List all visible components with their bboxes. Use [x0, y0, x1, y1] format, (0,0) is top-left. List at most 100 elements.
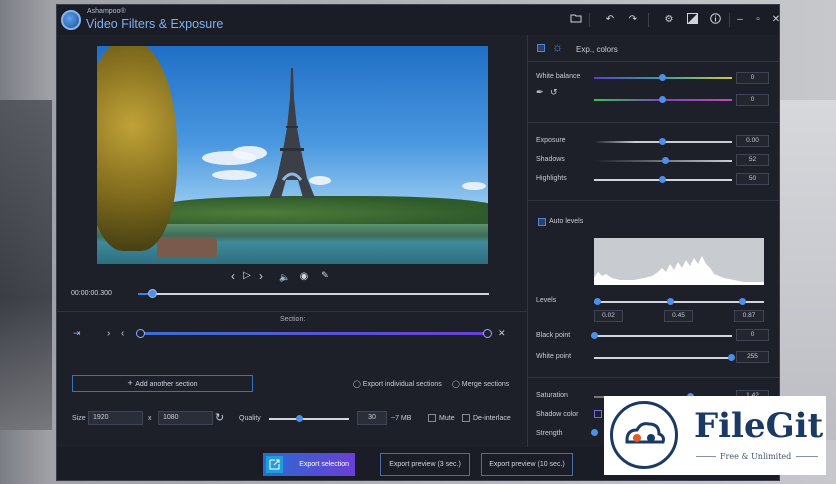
size-x-separator: x — [148, 415, 152, 422]
redo-icon[interactable]: ↷ — [626, 13, 640, 27]
white-balance-value-1[interactable]: 0 — [736, 72, 769, 84]
export-individual-label: Export individual sections — [362, 381, 442, 388]
size-label: Size — [72, 415, 86, 422]
wrench-icon[interactable]: ✎ — [319, 270, 331, 281]
compare-view-icon[interactable] — [685, 13, 699, 27]
timeline-knob[interactable] — [148, 289, 158, 298]
white-point-knob[interactable] — [728, 354, 735, 361]
volume-icon[interactable]: 🔈 — [279, 272, 291, 283]
watermark: FileGit Free & Unlimited — [604, 396, 826, 475]
cloud — [212, 170, 257, 180]
divider — [528, 122, 779, 123]
quality-field[interactable]: 30 — [357, 411, 387, 425]
enable-filter-checkbox[interactable] — [537, 44, 545, 52]
add-section-label: Add another section — [135, 381, 198, 388]
deinterlace-label: De-interlace — [473, 415, 511, 422]
preview-pane: ‹ ▷ › 🔈 ◉ ✎ 00:00:00.300 Section: ⇥ › ‹ … — [57, 35, 527, 480]
merge-sections-option[interactable]: ◯ Merge sections — [452, 380, 509, 388]
highlights-knob[interactable] — [659, 176, 666, 183]
levels-low-value[interactable]: 0.02 — [594, 310, 623, 322]
reset-icon[interactable]: ↺ — [550, 87, 558, 98]
vendor-name: Ashampoo® — [87, 8, 126, 15]
play-icon[interactable]: ▷ — [241, 270, 253, 281]
levels-high-value[interactable]: 0.87 — [734, 310, 764, 322]
white-balance-knob-2[interactable] — [659, 96, 666, 103]
app-logo-icon — [61, 10, 81, 30]
sun-icon: ☼ — [552, 40, 563, 54]
levels-high-knob[interactable] — [739, 298, 746, 305]
export-preview-3-button[interactable]: Export preview (3 sec.) — [380, 453, 470, 476]
export-individual-option[interactable]: ◯ Export individual sections — [353, 380, 442, 388]
white-balance-value-2[interactable]: 0 — [736, 94, 769, 106]
white-balance-knob-1[interactable] — [659, 74, 666, 81]
white-point-value[interactable]: 255 — [736, 351, 769, 363]
exposure-knob[interactable] — [659, 138, 666, 145]
exposure-label: Exposure — [536, 137, 566, 144]
divider — [57, 311, 527, 312]
shadow-color-swatch[interactable] — [594, 410, 602, 418]
white-balance-label: White balance — [536, 73, 581, 80]
section-prev-icon[interactable]: ‹ — [121, 328, 124, 339]
auto-levels-label: Auto levels — [549, 218, 584, 225]
export-selection-button[interactable]: Export selection — [263, 453, 355, 476]
export-preview-10-button[interactable]: Export preview (10 sec.) — [481, 453, 573, 476]
saturation-label: Saturation — [536, 392, 568, 399]
shadows-value[interactable]: 52 — [736, 154, 769, 166]
timeline-track[interactable] — [138, 293, 489, 295]
close-icon[interactable]: ✕ — [769, 13, 779, 27]
video-preview[interactable] — [97, 46, 488, 264]
cloud — [232, 146, 267, 160]
section-next-icon[interactable]: › — [107, 328, 110, 339]
gear-icon[interactable]: ⚙ — [662, 13, 676, 27]
section-label: Section: — [280, 316, 306, 323]
exposure-value[interactable]: 0.00 — [736, 135, 769, 147]
export-icon — [266, 456, 283, 473]
next-frame-icon[interactable]: › — [255, 269, 267, 283]
section-end-knob[interactable] — [483, 329, 492, 338]
folder-icon[interactable] — [569, 13, 583, 27]
maximize-icon[interactable]: ▫ — [751, 13, 765, 27]
width-field[interactable]: 1920 — [88, 411, 143, 425]
eye-icon[interactable]: ◉ — [297, 271, 311, 282]
mute-checkbox[interactable] — [428, 414, 436, 422]
export-selection-label: Export selection — [299, 461, 349, 468]
timecode: 00:00:00.300 — [71, 290, 112, 297]
app-title: Video Filters & Exposure — [86, 17, 224, 31]
black-point-value[interactable]: 0 — [736, 329, 769, 341]
info-icon[interactable] — [708, 13, 722, 27]
levels-low-knob[interactable] — [594, 298, 601, 305]
white-point-label: White point — [536, 353, 572, 360]
add-section-button[interactable]: + Add another section — [72, 375, 253, 392]
black-point-knob[interactable] — [591, 332, 598, 339]
title-bar: Ashampoo® Video Filters & Exposure ↶ ↷ ⚙… — [57, 5, 779, 35]
eyedropper-icon[interactable]: ✒ — [536, 87, 544, 98]
background-blur-right — [776, 100, 836, 440]
mute-label: Mute — [439, 415, 455, 422]
section-range-bar[interactable] — [140, 332, 488, 335]
quality-slider-knob[interactable] — [295, 415, 303, 422]
levels-mid-knob[interactable] — [667, 298, 674, 305]
levels-histogram — [594, 238, 764, 285]
highlights-value[interactable]: 50 — [736, 173, 769, 185]
toolbar-separator — [648, 13, 649, 27]
shadows-knob[interactable] — [662, 157, 669, 164]
reset-size-icon[interactable]: ↻ — [215, 411, 224, 424]
strength-knob[interactable] — [591, 429, 598, 436]
section-start-knob[interactable] — [136, 329, 145, 338]
export-section-icon[interactable]: ⇥ — [73, 328, 81, 339]
remove-section-icon[interactable]: ✕ — [498, 328, 506, 339]
levels-mid-value[interactable]: 0.45 — [664, 310, 693, 322]
white-point-slider[interactable] — [594, 357, 732, 359]
height-field[interactable]: 1080 — [158, 411, 213, 425]
undo-icon[interactable]: ↶ — [603, 13, 617, 27]
auto-levels-checkbox[interactable] — [538, 218, 546, 226]
previous-frame-icon[interactable]: ‹ — [227, 269, 239, 283]
black-point-label: Black point — [536, 332, 571, 339]
panel-header: ☼ Exp., colors — [528, 35, 779, 62]
watermark-tagline: Free & Unlimited — [720, 452, 792, 461]
deinterlace-checkbox[interactable] — [462, 414, 470, 422]
minimize-icon[interactable]: – — [733, 13, 747, 27]
black-point-slider[interactable] — [594, 335, 732, 337]
quality-slider-track[interactable] — [269, 418, 349, 420]
eiffel-tower — [269, 68, 315, 198]
